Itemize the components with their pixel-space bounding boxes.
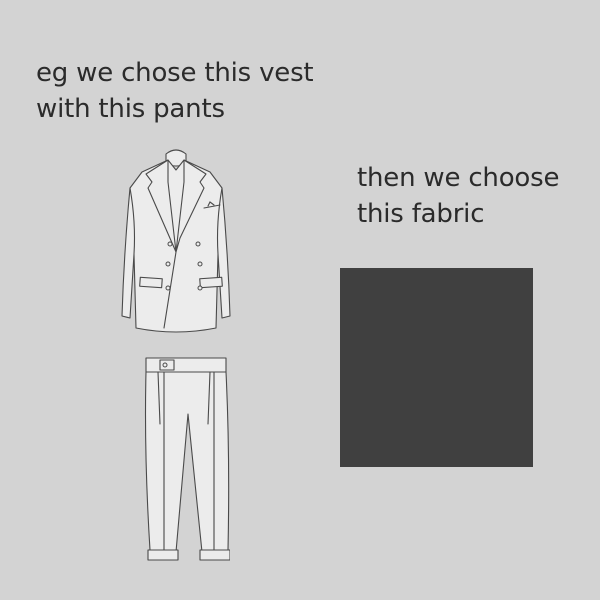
vest-caption-line-2: with this pants [36, 94, 225, 124]
waist-button [162, 362, 168, 368]
fabric-caption: then we choose this fabric [357, 160, 559, 232]
fabric-caption-line-1: then we choose [357, 163, 560, 193]
jacket-button [197, 285, 203, 291]
jacket-button [165, 261, 171, 267]
double-breasted-jacket-illustration [121, 149, 231, 333]
jacket-button [167, 241, 173, 247]
pleated-trousers-illustration [144, 357, 230, 561]
jacket-button [195, 241, 201, 247]
fabric-caption-line-2: this fabric [357, 199, 485, 229]
vest-caption-line-1: eg we chose this vest [36, 58, 314, 88]
left-flap-pocket [139, 276, 163, 289]
left-cuff [147, 549, 179, 561]
jacket-body [121, 159, 231, 333]
jacket-button [197, 261, 203, 267]
trouser-legs [144, 371, 230, 553]
vest-pants-caption: eg we chose this vest with this pants [36, 55, 314, 127]
right-flap-pocket [199, 276, 223, 289]
right-cuff [199, 549, 230, 561]
waistband [145, 357, 227, 373]
fabric-swatch [340, 268, 533, 467]
jacket-button [165, 285, 171, 291]
